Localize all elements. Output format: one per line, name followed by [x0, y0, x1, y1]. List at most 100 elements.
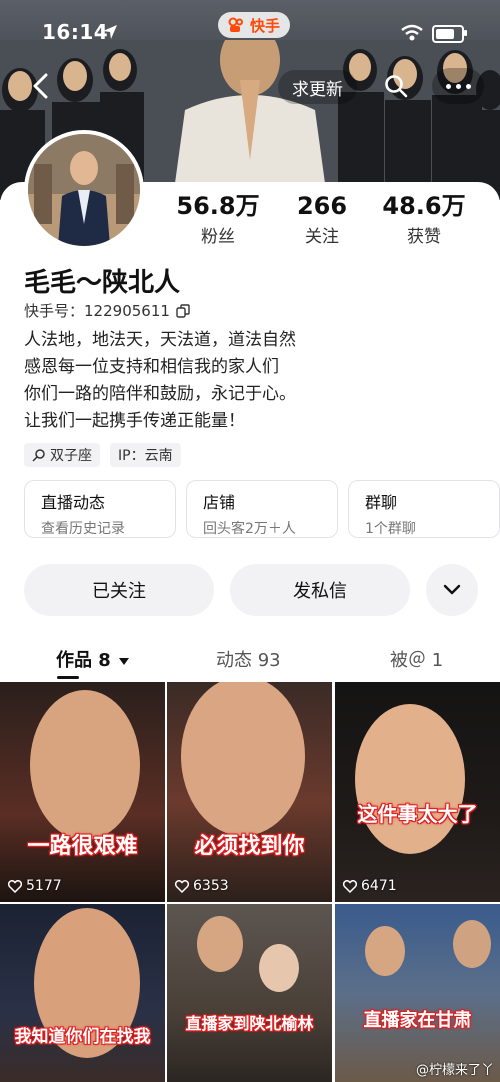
video-thumbnail[interactable]: 直播家到陕北榆林: [167, 904, 332, 1082]
thumbnail-face: [197, 916, 243, 972]
likes-count: 6353: [193, 878, 229, 894]
gemini-icon: [32, 449, 45, 462]
profile-bio: 人法地，地法天，天法道，道法自然 感恩每一位支持和相信我的家人们 你们一路的陪伴…: [24, 327, 484, 435]
zodiac-label: 双子座: [50, 448, 92, 464]
heart-icon: [8, 879, 22, 893]
kuaishou-id-value: 122905611: [84, 301, 170, 320]
shop-card[interactable]: 店铺 回头客2万＋人: [186, 480, 338, 538]
kuaishou-logo-icon: [228, 17, 243, 32]
message-button[interactable]: 发私信: [230, 564, 410, 616]
zodiac-tag: 双子座: [24, 443, 100, 467]
status-bar: 16:14 快手: [0, 0, 500, 60]
thumbnail-face: [181, 682, 305, 836]
thumbnail-face: [30, 690, 140, 840]
video-caption: 必须找到你: [194, 834, 305, 859]
active-tab-indicator: [57, 676, 79, 679]
chevron-left-icon: [33, 73, 48, 99]
thumbnail-bg: [167, 904, 332, 1082]
group-chat-card[interactable]: 群聊 1个群聊: [348, 480, 500, 538]
video-caption: 直播家到陕北榆林: [185, 1014, 314, 1033]
stat-label: 关注: [305, 227, 339, 247]
kuaishou-id: 快手号： 122905611: [24, 300, 190, 321]
thumbnail-face: [259, 944, 299, 992]
thumbnail-face: [453, 920, 491, 968]
bio-line: 让我们一起携手传递正能量！: [24, 411, 245, 431]
followed-label: 已关注: [92, 581, 146, 602]
tab-label: 作品 8: [56, 650, 111, 671]
card-title: 店铺: [203, 493, 236, 512]
bio-line: 你们一路的陪伴和鼓励，永记于心。: [24, 384, 296, 404]
video-caption: 这件事太大了: [357, 802, 478, 826]
likes-count: 6471: [361, 878, 397, 894]
video-thumbnail[interactable]: 直播家在甘肃: [335, 904, 500, 1082]
tab-label: 动态 93: [216, 650, 281, 671]
video-thumbnail[interactable]: 必须找到你 6353: [167, 682, 332, 902]
card-subtitle: 回头客2万＋人: [203, 521, 296, 537]
location-icon: [103, 25, 117, 39]
video-caption: 我知道你们在找我: [14, 1027, 151, 1047]
expand-button[interactable]: [426, 564, 478, 616]
more-dot-icon: [465, 83, 471, 89]
card-title: 群聊: [365, 493, 398, 512]
profile-actions: 已关注 发私信: [24, 564, 478, 616]
battery-icon: [432, 25, 467, 43]
status-time: 16:14: [42, 20, 109, 44]
stat-label: 获赞: [407, 227, 441, 247]
kuaishou-id-label: 快手号：: [24, 302, 85, 320]
heart-icon: [175, 879, 189, 893]
ip-label: IP：云南: [118, 448, 173, 464]
tab-mentions[interactable]: 被＠ 1: [390, 646, 443, 672]
content-tabs: 作品 8 动态 93 被＠ 1: [0, 640, 500, 680]
search-icon: [385, 75, 408, 98]
video-thumbnail[interactable]: 这件事太大了 6471: [335, 682, 500, 902]
stat-followers[interactable]: 56.8万 粉丝: [168, 192, 268, 247]
tab-moments[interactable]: 动态 93: [216, 646, 281, 672]
video-grid: 一路很艰难 5177 必须找到你 6353 这件事太大了 6471 我知道你们在…: [0, 682, 500, 1082]
request-update-button[interactable]: 求更新: [278, 70, 357, 104]
profile-tags: 双子座 IP：云南: [24, 443, 181, 467]
followed-button[interactable]: 已关注: [24, 564, 214, 616]
bio-line: 人法地，地法天，天法道，道法自然: [24, 330, 296, 350]
live-history-card[interactable]: 直播动态 查看历史记录: [24, 480, 176, 538]
watermark: @柠檬来了丫: [415, 1063, 494, 1078]
message-label: 发私信: [293, 581, 347, 602]
more-button[interactable]: [432, 68, 484, 104]
video-caption: 直播家在甘肃: [363, 1010, 472, 1031]
likes-count: 5177: [26, 878, 62, 894]
more-dot-icon: [455, 83, 461, 89]
tab-works[interactable]: 作品 8: [56, 646, 130, 672]
video-thumbnail[interactable]: 一路很艰难 5177: [0, 682, 165, 902]
card-title: 直播动态: [41, 493, 106, 512]
stat-value: 48.6万: [382, 192, 466, 220]
search-button[interactable]: [378, 68, 414, 104]
profile-name: 毛毛～陕北人: [24, 268, 181, 298]
stat-value: 56.8万: [176, 192, 260, 220]
app-badge-label: 快手: [250, 16, 281, 35]
video-likes: 6471: [343, 878, 397, 894]
chevron-down-icon: [443, 584, 461, 595]
stat-likes[interactable]: 48.6万 获赞: [374, 192, 474, 247]
kuaishou-app-badge: 快手: [218, 12, 291, 38]
stat-following[interactable]: 266 关注: [272, 192, 372, 247]
card-subtitle: 查看历史记录: [41, 521, 125, 537]
avatar-photo: [28, 134, 140, 246]
video-likes: 5177: [8, 878, 62, 894]
wifi-icon: [401, 24, 423, 41]
thumbnail-face: [355, 704, 465, 854]
ip-tag: IP：云南: [110, 443, 181, 467]
video-caption: 一路很艰难: [27, 834, 138, 859]
feature-cards: 直播动态 查看历史记录 店铺 回头客2万＋人 群聊 1个群聊: [24, 480, 500, 538]
bio-line: 感恩每一位支持和相信我的家人们: [24, 357, 279, 377]
copy-icon[interactable]: [176, 303, 190, 318]
card-subtitle: 1个群聊: [365, 521, 416, 537]
heart-icon: [343, 879, 357, 893]
tab-label: 被＠ 1: [390, 650, 444, 671]
video-thumbnail[interactable]: 我知道你们在找我: [0, 904, 165, 1082]
video-likes: 6353: [175, 878, 229, 894]
stat-value: 266: [296, 192, 348, 220]
thumbnail-face: [365, 926, 405, 976]
back-button[interactable]: [22, 68, 58, 104]
profile-avatar[interactable]: [24, 130, 144, 250]
caret-down-icon: [119, 658, 130, 665]
more-dot-icon: [445, 83, 451, 89]
